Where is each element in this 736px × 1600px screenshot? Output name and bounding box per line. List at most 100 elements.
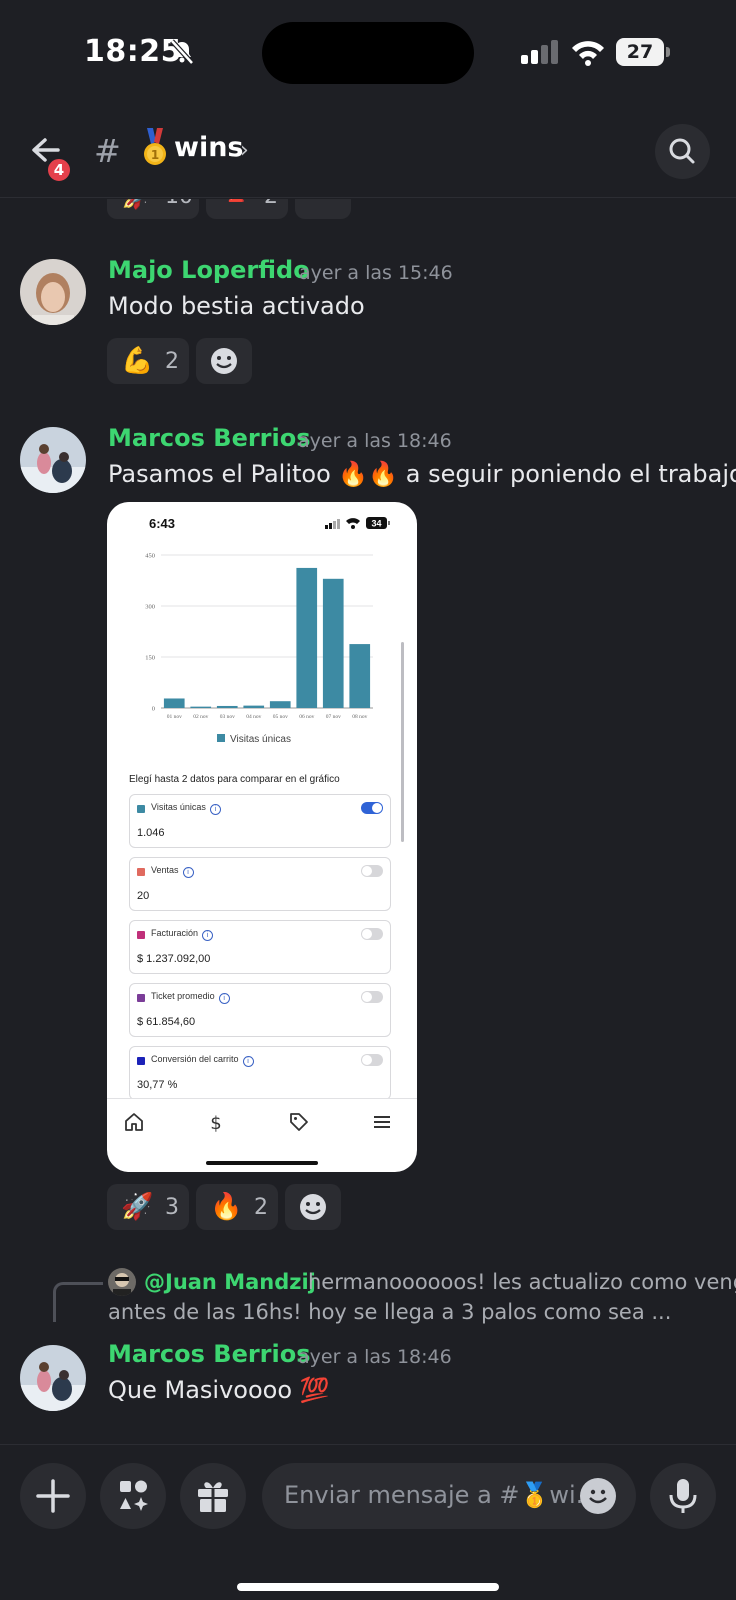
reaction-rocket-top[interactable]: 🚀10: [107, 199, 199, 219]
rocket-emoji: 🚀: [121, 1192, 154, 1222]
shot-tab-bar: $: [107, 1098, 417, 1144]
legend-label: Visitas únicas: [230, 734, 291, 745]
reaction-muscle[interactable]: 💪 2: [107, 338, 189, 384]
metric-value: 1.046: [137, 827, 165, 839]
svg-text:1: 1: [151, 148, 159, 162]
metric-toggle[interactable]: [361, 865, 383, 877]
avatar-photo: [20, 259, 86, 325]
reaction-fire[interactable]: 🔥 2: [196, 1184, 278, 1230]
channel-hash-icon: #: [94, 132, 121, 170]
bell-muted-icon: [170, 39, 194, 65]
bar: [163, 698, 185, 708]
metric-color-square: [137, 1057, 145, 1065]
gold-medal-icon: 1: [144, 128, 166, 165]
message-composer: Enviar mensaje a #🥇wi..: [0, 1444, 736, 1600]
metric-value: $ 61.854,60: [137, 1016, 196, 1028]
add-reaction-button[interactable]: [196, 338, 252, 384]
unread-badge: 4: [45, 156, 73, 184]
reply-connector: [53, 1282, 103, 1322]
battery-indicator: 27: [616, 38, 670, 66]
avatar-photo: [20, 1345, 86, 1411]
metric-label: Ticket promedio: [151, 991, 215, 1001]
muscle-emoji: 💪: [121, 346, 154, 376]
metric-card-conversion[interactable]: Conversión del carrito i 30,77 %: [129, 1046, 391, 1100]
metric-color-square: [137, 931, 145, 939]
x-tick-label: 03 nov: [220, 714, 235, 720]
shot-status-icons: 34: [325, 517, 390, 529]
metric-label: Facturación: [151, 928, 199, 938]
metric-color-square: [137, 868, 145, 876]
x-tick-label: 02 nov: [193, 714, 208, 720]
svg-text:$: $: [210, 1113, 221, 1133]
gift-button[interactable]: [180, 1463, 246, 1529]
add-reaction-button[interactable]: [295, 199, 351, 219]
message-text: Que Masivoooo 💯: [108, 1376, 330, 1404]
gift-icon: [198, 1482, 228, 1512]
info-icon[interactable]: i: [209, 804, 221, 815]
author-name[interactable]: Marcos Berrios: [108, 424, 311, 452]
plus-icon: [36, 1479, 70, 1513]
reaction-triangle-top[interactable]: 🔺2: [206, 199, 288, 219]
reaction-rocket[interactable]: 🚀 3: [107, 1184, 189, 1230]
voice-message-button[interactable]: [650, 1463, 716, 1529]
metric-toggle[interactable]: [361, 802, 383, 814]
bar: [349, 644, 371, 708]
metric-color-square: [137, 994, 145, 1002]
info-icon[interactable]: i: [218, 993, 230, 1004]
reply-author[interactable]: @Juan Mandzij: [144, 1270, 316, 1294]
channel-name[interactable]: wins: [174, 132, 244, 163]
apps-button[interactable]: [100, 1463, 166, 1529]
metric-toggle[interactable]: [361, 1054, 383, 1066]
reaction-count: 3: [165, 1194, 179, 1220]
metric-card-visitas[interactable]: Visitas únicas i 1.046: [129, 794, 391, 848]
dollar-icon[interactable]: $: [205, 1111, 227, 1133]
attached-image[interactable]: 6:43 34 0 150 300 450 01 nov 02 nov 03 nov 04 n…: [107, 502, 417, 1172]
bar: [243, 705, 265, 708]
avatar[interactable]: [20, 427, 86, 493]
x-tick-label: 05 nov: [273, 714, 288, 720]
message-input[interactable]: Enviar mensaje a #🥇wi..: [262, 1463, 636, 1529]
metric-card-ventas[interactable]: Ventas i 20: [129, 857, 391, 911]
avatar[interactable]: [20, 1345, 86, 1411]
author-name[interactable]: Marcos Berrios: [108, 1340, 311, 1368]
message-input-placeholder: Enviar mensaje a #🥇wi..: [284, 1481, 591, 1509]
add-attachment-button[interactable]: [20, 1463, 86, 1529]
reply-preview-line2[interactable]: antes de las 16hs! hoy se llega a 3 palo…: [108, 1300, 671, 1324]
chevron-right-icon[interactable]: ›: [240, 138, 249, 163]
reaction-count: 2: [254, 1194, 268, 1220]
metric-card-facturacion[interactable]: Facturación i $ 1.237.092,00: [129, 920, 391, 974]
author-name[interactable]: Majo Loperfido: [108, 256, 310, 284]
fire-emoji: 🔥: [210, 1192, 243, 1222]
avatar[interactable]: [20, 259, 86, 325]
y-tick-label: 300: [145, 604, 155, 611]
smile-add-icon: [300, 1194, 326, 1220]
metric-toggle[interactable]: [361, 928, 383, 940]
emoji-picker-button[interactable]: [580, 1478, 616, 1514]
battery-level: 27: [616, 38, 664, 66]
reply-avatar[interactable]: [108, 1268, 136, 1296]
add-reaction-button[interactable]: [285, 1184, 341, 1230]
home-icon[interactable]: [123, 1111, 145, 1133]
reply-preview-line1[interactable]: hermanoooooos! les actualizo como vengo: [308, 1270, 736, 1294]
search-button[interactable]: [655, 124, 710, 179]
message-text: Pasamos el Palitoo 🔥🔥 a seguir poniendo …: [108, 460, 736, 488]
info-icon[interactable]: i: [242, 1056, 254, 1067]
shot-battery-label: 34: [371, 519, 381, 529]
metric-value: 30,77 %: [137, 1079, 178, 1091]
info-icon[interactable]: i: [202, 930, 214, 941]
microphone-icon: [669, 1479, 697, 1513]
home-indicator: [237, 1583, 499, 1591]
tag-icon[interactable]: [288, 1111, 310, 1133]
metric-card-ticket[interactable]: Ticket promedio i $ 61.854,60: [129, 983, 391, 1037]
cellular-signal-icon: [521, 40, 558, 64]
info-icon[interactable]: i: [182, 867, 194, 878]
metric-toggle[interactable]: [361, 991, 383, 1003]
avatar-photo: [20, 427, 86, 493]
menu-icon[interactable]: [371, 1111, 393, 1133]
bar: [322, 578, 344, 708]
metric-value: 20: [137, 890, 150, 902]
x-tick-label: 01 nov: [167, 714, 182, 720]
timestamp: ayer a las 18:46: [298, 1346, 452, 1368]
x-tick-label: 08 nov: [352, 714, 367, 720]
visits-bar-chart: 0 150 300 450 01 nov 02 nov 03 nov 04 nov 05 nov…: [145, 553, 373, 720]
